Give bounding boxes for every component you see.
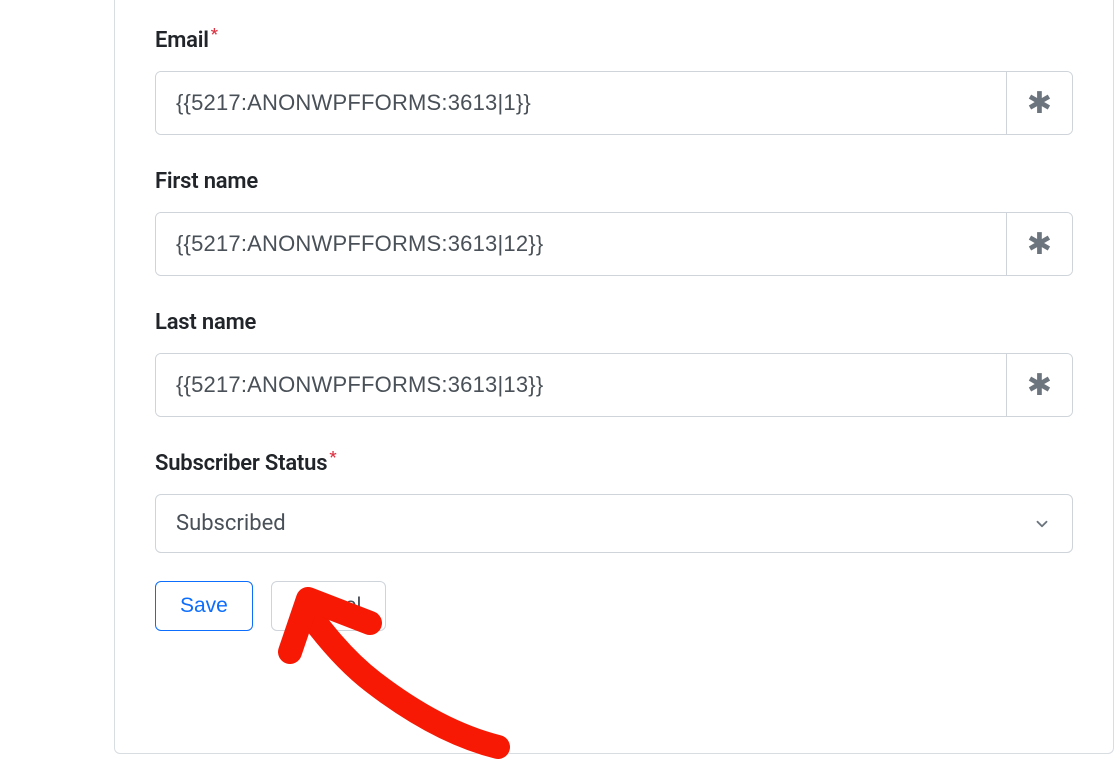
last-name-input-group: ✱ [155,353,1073,417]
subscriber-status-label: Subscriber Status * [155,451,1073,476]
cancel-button[interactable]: Cancel [271,581,386,631]
email-input-group: ✱ [155,71,1073,135]
first-name-smart-tag-button[interactable]: ✱ [1006,213,1072,275]
last-name-label: Last name [155,310,1073,335]
first-name-input-group: ✱ [155,212,1073,276]
subscriber-status-value: Subscribed [176,511,1032,536]
first-name-label-text: First name [155,169,258,194]
email-input[interactable] [156,72,1006,134]
last-name-label-text: Last name [155,310,256,335]
first-name-label: First name [155,169,1073,194]
email-label: Email * [155,28,1073,53]
save-button[interactable]: Save [155,581,253,631]
last-name-input[interactable] [156,354,1006,416]
form-panel: Email * ✱ First name ✱ Last name ✱ Subsc… [114,0,1114,754]
subscriber-status-select[interactable]: Subscribed [155,494,1073,553]
required-asterisk: * [329,447,336,466]
asterisk-icon: ✱ [1027,368,1052,403]
email-smart-tag-button[interactable]: ✱ [1006,72,1072,134]
required-asterisk: * [211,24,218,43]
subscriber-status-label-text: Subscriber Status [155,451,327,476]
button-row: Save Cancel [155,581,1073,631]
last-name-smart-tag-button[interactable]: ✱ [1006,354,1072,416]
email-label-text: Email [155,28,209,53]
chevron-down-icon [1032,514,1052,534]
first-name-input[interactable] [156,213,1006,275]
asterisk-icon: ✱ [1027,227,1052,262]
asterisk-icon: ✱ [1027,86,1052,121]
